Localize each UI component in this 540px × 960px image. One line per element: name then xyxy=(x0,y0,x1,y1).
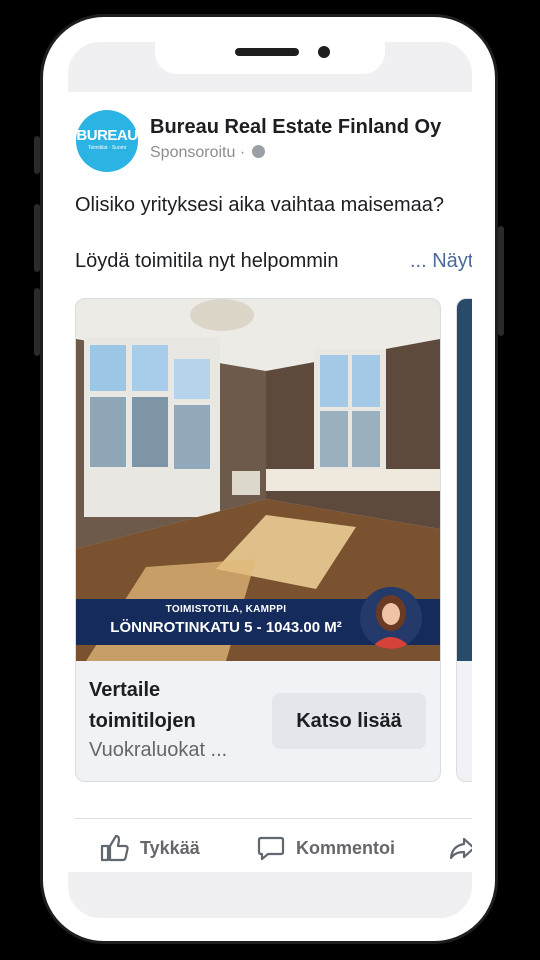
like-label: Tykkää xyxy=(140,837,200,858)
agent-avatar xyxy=(360,587,422,649)
thumbs-up-icon xyxy=(100,834,129,862)
post-text-line1: Olisiko yrityksesi aika vaihtaa maisemaa… xyxy=(75,194,445,216)
carousel-card-next[interactable] xyxy=(456,298,472,782)
banner-subtitle: TOIMISTOTILA, KAMPPI xyxy=(165,604,287,615)
front-camera xyxy=(318,46,330,58)
phone-side-button xyxy=(498,226,504,336)
learn-more-button[interactable]: Katso lisää xyxy=(272,693,426,749)
logo-subtext: Toimitilat · Suomi xyxy=(87,145,127,151)
speaker-grille xyxy=(235,48,299,56)
sponsored-label: Sponsoroitu · xyxy=(150,144,265,162)
post-text-line2: Löydä toimitila nyt helpommin xyxy=(75,250,339,272)
phone-side-button xyxy=(34,136,40,174)
like-button[interactable]: Tykkää xyxy=(98,828,200,868)
page-name-link[interactable]: Bureau Real Estate Finland Oy xyxy=(150,116,441,139)
comment-button[interactable]: Kommentoi xyxy=(256,828,395,868)
banner-title: LÖNNROTINKATU 5 - 1043.00 M² xyxy=(110,619,342,636)
agent-portrait xyxy=(360,587,422,649)
share-icon xyxy=(449,837,472,860)
globe-icon xyxy=(251,145,265,158)
card-description: Vuokraluokat ... xyxy=(89,739,228,761)
phone-screen: BUREAU Toimitilat · Suomi Bureau Real Es… xyxy=(68,42,472,918)
sponsored-post: BUREAU Toimitilat · Suomi Bureau Real Es… xyxy=(68,92,472,872)
comment-icon xyxy=(257,836,285,861)
divider xyxy=(75,818,472,819)
share-button[interactable] xyxy=(448,828,472,868)
phone-notch xyxy=(155,40,385,74)
sponsored-text: Sponsoroitu · xyxy=(150,144,246,161)
carousel-card[interactable]: TOIMISTOTILA, KAMPPI LÖNNROTINKATU 5 - 1… xyxy=(75,298,441,782)
logo-text: BUREAU xyxy=(76,127,138,144)
comment-label: Kommentoi xyxy=(296,837,395,858)
see-more-link[interactable]: ... Näytä xyxy=(410,250,472,273)
next-card-image xyxy=(457,299,472,661)
page-avatar[interactable]: BUREAU Toimitilat · Suomi xyxy=(76,110,138,172)
phone-side-button xyxy=(34,288,40,356)
card-title: Vertaile toimitilojen xyxy=(89,679,196,732)
phone-side-button xyxy=(34,204,40,272)
